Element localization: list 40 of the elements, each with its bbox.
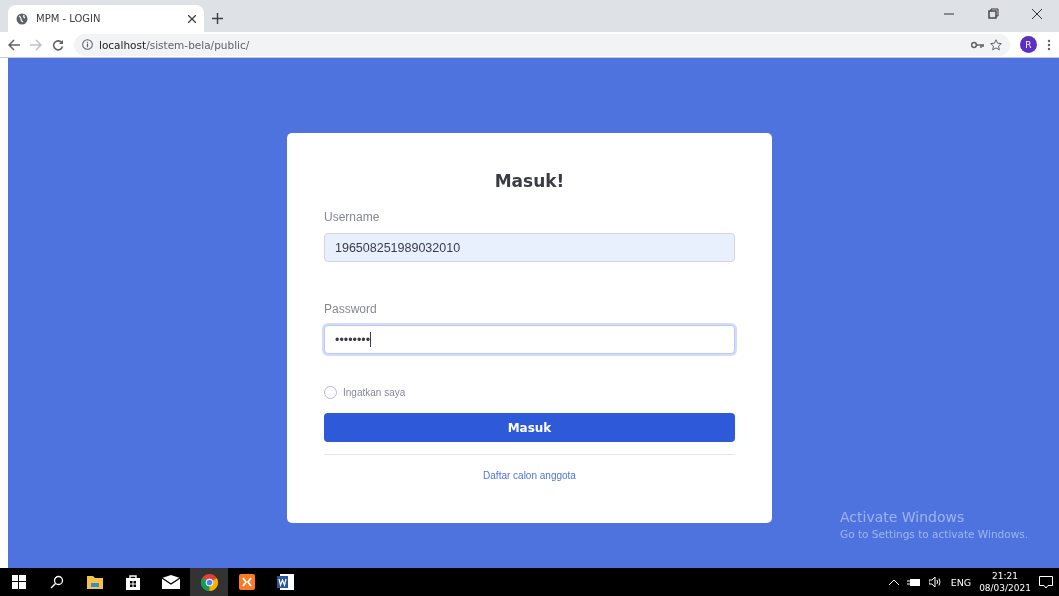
star-icon[interactable] (990, 38, 1002, 51)
close-icon[interactable] (188, 14, 196, 23)
activation-title: Activate Windows (840, 509, 966, 525)
info-icon[interactable] (82, 39, 93, 50)
battery-icon[interactable] (906, 577, 921, 587)
windows-logo-icon (12, 575, 26, 589)
checkbox[interactable] (324, 386, 337, 399)
speaker-icon[interactable] (928, 577, 943, 587)
word-document-icon (276, 574, 294, 590)
card-title: Masuk! (493, 171, 566, 191)
field-label: Username (324, 210, 381, 224)
envelope-icon (162, 575, 180, 589)
chrome-browser-icon (200, 573, 218, 591)
chevron-up-icon[interactable] (888, 579, 899, 585)
folder-icon (87, 575, 103, 589)
input-field[interactable]: 196508251989032010 (324, 233, 735, 262)
language-indicator[interactable]: ENG (950, 576, 972, 588)
register-link[interactable]: Daftar calon anggota (483, 470, 576, 481)
field-label: Password (324, 302, 378, 316)
tab-title: MPM - LOGIN (36, 13, 102, 24)
browser-tab[interactable]: MPM - LOGIN (8, 5, 204, 32)
clock[interactable]: 21:21 08/03/2021 (979, 570, 1031, 594)
activation-message: Go to Settings to activate Windows. (840, 528, 1029, 540)
reload-icon[interactable] (52, 38, 64, 51)
search-icon (50, 575, 64, 589)
globe-icon (16, 12, 28, 25)
notification-icon[interactable] (1039, 575, 1053, 589)
address-bar[interactable]: localhost/sistem-bela/public/ (74, 33, 1010, 56)
key-icon[interactable] (971, 40, 984, 49)
checkbox-label[interactable]: Ingatkan saya (343, 387, 406, 398)
taskbar-button[interactable] (190, 568, 228, 596)
url-text: localhost/sistem-bela/public/ (99, 38, 250, 51)
back-arrow-icon[interactable] (8, 38, 20, 51)
shopping-bag-icon (126, 574, 140, 590)
menu-icon[interactable] (1047, 38, 1051, 51)
new-tab-icon[interactable] (212, 13, 223, 24)
login-button[interactable]: Masuk (324, 413, 735, 442)
input-field[interactable]: •••••••• (324, 325, 735, 354)
xampp-icon (239, 574, 255, 590)
profile-avatar[interactable]: R (1020, 36, 1037, 53)
